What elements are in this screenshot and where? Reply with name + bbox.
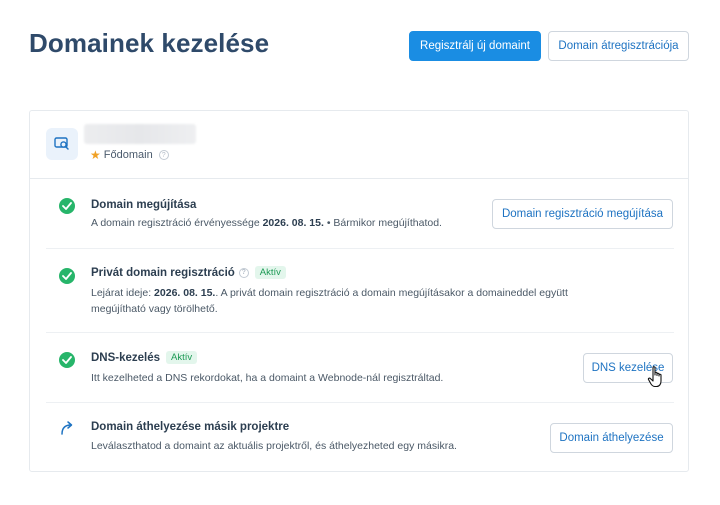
page-title: Domainek kezelése bbox=[29, 28, 270, 58]
check-circle-icon bbox=[59, 352, 75, 368]
private-expiry-date: 2026. 08. 15. bbox=[154, 287, 216, 299]
hand-cursor-icon bbox=[647, 365, 667, 389]
move-domain-button[interactable]: Domain áthelyezése bbox=[550, 423, 673, 453]
info-icon[interactable]: ? bbox=[158, 150, 169, 160]
info-icon[interactable]: ? bbox=[238, 267, 249, 278]
move-domain-description: Leválaszthatod a domaint az aktuális pro… bbox=[91, 440, 457, 452]
renewal-desc-text: A domain regisztráció érvényessége bbox=[91, 217, 263, 229]
renewal-date: 2026. 08. 15. bbox=[262, 217, 324, 229]
status-badge: Aktív bbox=[254, 266, 286, 279]
domain-card: ★ Fődomain ? Domain megújítása A domain … bbox=[29, 110, 689, 472]
move-domain-title-text: Domain áthelyezése másik projektre bbox=[91, 421, 290, 433]
register-domain-button[interactable]: Regisztrálj új domaint bbox=[409, 31, 541, 61]
domain-card-header: ★ Fődomain ? bbox=[30, 111, 688, 179]
private-desc-text: Lejárat ideje: bbox=[91, 287, 155, 299]
check-circle-icon bbox=[59, 198, 75, 214]
transfer-domain-button[interactable]: Domain átregisztrációja bbox=[548, 31, 689, 61]
curved-arrow-icon bbox=[59, 420, 75, 436]
private-registration-row: Privát domain regisztráció ? Aktív Lejár… bbox=[46, 249, 674, 333]
move-domain-title: Domain áthelyezése másik projektre bbox=[91, 421, 289, 433]
private-registration-title: Privát domain regisztráció ? Aktív bbox=[91, 266, 286, 279]
renewal-title-text: Domain megújítása bbox=[91, 199, 197, 211]
renewal-title: Domain megújítása bbox=[91, 199, 196, 211]
renewal-row: Domain megújítása A domain regisztráció … bbox=[46, 179, 674, 249]
status-badge: Aktív bbox=[166, 351, 198, 364]
move-domain-row: Domain áthelyezése másik projektre Levál… bbox=[46, 403, 674, 471]
domain-name-redacted bbox=[84, 124, 196, 144]
dns-description: Itt kezelheted a DNS rekordokat, ha a do… bbox=[91, 372, 444, 384]
private-registration-title-text: Privát domain regisztráció bbox=[91, 266, 235, 279]
renewal-desc-tail: • Bármikor megújíthatod. bbox=[323, 217, 442, 229]
dns-row: DNS-kezelés Aktív Itt kezelheted a DNS r… bbox=[46, 333, 674, 403]
dns-title-text: DNS-kezelés bbox=[91, 351, 161, 364]
dns-title: DNS-kezelés Aktív bbox=[91, 351, 198, 364]
primary-domain-label: Fődomain bbox=[103, 149, 153, 161]
renew-domain-button[interactable]: Domain regisztráció megújítása bbox=[492, 199, 673, 229]
primary-domain-tag: ★ Fődomain ? bbox=[90, 148, 169, 162]
renewal-description: A domain regisztráció érvényessége 2026.… bbox=[91, 215, 442, 231]
private-registration-description: Lejárat ideje: 2026. 08. 15.. A privát d… bbox=[91, 285, 611, 317]
star-icon: ★ bbox=[90, 148, 101, 162]
domain-search-icon bbox=[46, 128, 78, 160]
check-circle-icon bbox=[59, 268, 75, 284]
